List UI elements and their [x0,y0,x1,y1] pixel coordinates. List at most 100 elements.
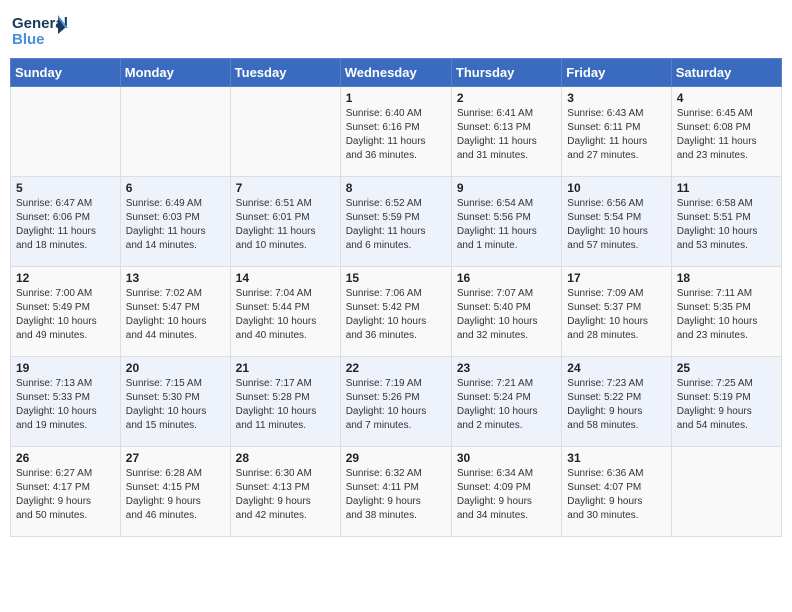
calendar-cell: 12 Sunrise: 7:00 AM Sunset: 5:49 PM Dayli… [11,267,121,357]
calendar-cell: 25 Sunrise: 7:25 AM Sunset: 5:19 PM Dayli… [671,357,781,447]
day-info: Sunrise: 7:09 AM Sunset: 5:37 PM Dayligh… [567,287,665,343]
calendar-cell [11,87,121,177]
day-number: 12 [16,271,115,285]
day-number: 3 [567,91,665,105]
day-number: 10 [567,181,665,195]
day-info: Sunrise: 6:47 AM Sunset: 6:06 PM Dayligh… [16,197,115,253]
calendar-cell: 9 Sunrise: 6:54 AM Sunset: 5:56 PM Daylig… [451,177,561,267]
day-number: 16 [457,271,556,285]
day-info: Sunrise: 7:13 AM Sunset: 5:33 PM Dayligh… [16,377,115,433]
calendar-cell: 23 Sunrise: 7:21 AM Sunset: 5:24 PM Dayli… [451,357,561,447]
day-number: 21 [236,361,335,375]
day-header: Tuesday [230,59,340,87]
calendar-cell: 21Sunrise: 7:17 AM Sunset: 5:28 PM Dayli… [230,357,340,447]
day-info: Sunrise: 7:19 AM Sunset: 5:26 PM Dayligh… [346,377,446,433]
day-header: Monday [120,59,230,87]
logo-svg: GeneralBlue [10,10,70,50]
day-info: Sunrise: 6:36 AM Sunset: 4:07 PM Dayligh… [567,467,665,523]
day-info: Sunrise: 6:28 AM Sunset: 4:15 PM Dayligh… [126,467,225,523]
day-number: 1 [346,91,446,105]
day-info: Sunrise: 6:52 AM Sunset: 5:59 PM Dayligh… [346,197,446,253]
day-number: 4 [677,91,776,105]
day-info: Sunrise: 6:49 AM Sunset: 6:03 PM Dayligh… [126,197,225,253]
day-number: 11 [677,181,776,195]
calendar-table: SundayMondayTuesdayWednesdayThursdayFrid… [10,58,782,537]
day-header: Saturday [671,59,781,87]
calendar-cell: 28Sunrise: 6:30 AM Sunset: 4:13 PM Dayli… [230,447,340,537]
day-info: Sunrise: 7:21 AM Sunset: 5:24 PM Dayligh… [457,377,556,433]
calendar-cell: 18Sunrise: 7:11 AM Sunset: 5:35 PM Dayli… [671,267,781,357]
day-info: Sunrise: 6:58 AM Sunset: 5:51 PM Dayligh… [677,197,776,253]
calendar-cell: 10 Sunrise: 6:56 AM Sunset: 5:54 PM Dayli… [562,177,671,267]
calendar-cell: 3 Sunrise: 6:43 AM Sunset: 6:11 PM Daylig… [562,87,671,177]
calendar-cell: 15 Sunrise: 7:06 AM Sunset: 5:42 PM Dayli… [340,267,451,357]
calendar-cell: 30Sunrise: 6:34 AM Sunset: 4:09 PM Dayli… [451,447,561,537]
day-info: Sunrise: 7:15 AM Sunset: 5:30 PM Dayligh… [126,377,225,433]
day-info: Sunrise: 7:25 AM Sunset: 5:19 PM Dayligh… [677,377,776,433]
calendar-cell: 7 Sunrise: 6:51 AM Sunset: 6:01 PM Daylig… [230,177,340,267]
day-number: 22 [346,361,446,375]
day-info: Sunrise: 7:04 AM Sunset: 5:44 PM Dayligh… [236,287,335,343]
day-header: Thursday [451,59,561,87]
day-info: Sunrise: 6:54 AM Sunset: 5:56 PM Dayligh… [457,197,556,253]
day-number: 23 [457,361,556,375]
calendar-cell: 31 Sunrise: 6:36 AM Sunset: 4:07 PM Dayli… [562,447,671,537]
day-info: Sunrise: 6:30 AM Sunset: 4:13 PM Dayligh… [236,467,335,523]
day-number: 5 [16,181,115,195]
day-info: Sunrise: 6:43 AM Sunset: 6:11 PM Dayligh… [567,107,665,163]
day-info: Sunrise: 7:07 AM Sunset: 5:40 PM Dayligh… [457,287,556,343]
day-number: 14 [236,271,335,285]
day-info: Sunrise: 6:32 AM Sunset: 4:11 PM Dayligh… [346,467,446,523]
calendar-week-row: 26 Sunrise: 6:27 AM Sunset: 4:17 PM Dayli… [11,447,782,537]
day-number: 31 [567,451,665,465]
day-header: Sunday [11,59,121,87]
calendar-cell: 11 Sunrise: 6:58 AM Sunset: 5:51 PM Dayli… [671,177,781,267]
calendar-cell: 6 Sunrise: 6:49 AM Sunset: 6:03 PM Daylig… [120,177,230,267]
day-info: Sunrise: 7:02 AM Sunset: 5:47 PM Dayligh… [126,287,225,343]
calendar-week-row: 19Sunrise: 7:13 AM Sunset: 5:33 PM Dayli… [11,357,782,447]
calendar-cell: 5 Sunrise: 6:47 AM Sunset: 6:06 PM Daylig… [11,177,121,267]
day-number: 24 [567,361,665,375]
calendar-cell: 4 Sunrise: 6:45 AM Sunset: 6:08 PM Daylig… [671,87,781,177]
day-number: 9 [457,181,556,195]
day-number: 18 [677,271,776,285]
day-header: Wednesday [340,59,451,87]
calendar-cell: 17 Sunrise: 7:09 AM Sunset: 5:37 PM Dayli… [562,267,671,357]
header: GeneralBlue [10,10,782,50]
day-number: 15 [346,271,446,285]
calendar-cell: 24 Sunrise: 7:23 AM Sunset: 5:22 PM Dayli… [562,357,671,447]
header-row: SundayMondayTuesdayWednesdayThursdayFrid… [11,59,782,87]
day-info: Sunrise: 6:27 AM Sunset: 4:17 PM Dayligh… [16,467,115,523]
day-info: Sunrise: 6:51 AM Sunset: 6:01 PM Dayligh… [236,197,335,253]
day-number: 30 [457,451,556,465]
day-number: 26 [16,451,115,465]
calendar-week-row: 12 Sunrise: 7:00 AM Sunset: 5:49 PM Dayli… [11,267,782,357]
calendar-cell: 14 Sunrise: 7:04 AM Sunset: 5:44 PM Dayli… [230,267,340,357]
calendar-cell: 26 Sunrise: 6:27 AM Sunset: 4:17 PM Dayli… [11,447,121,537]
day-number: 29 [346,451,446,465]
calendar-cell: 19Sunrise: 7:13 AM Sunset: 5:33 PM Dayli… [11,357,121,447]
day-info: Sunrise: 6:45 AM Sunset: 6:08 PM Dayligh… [677,107,776,163]
calendar-cell [120,87,230,177]
day-info: Sunrise: 7:23 AM Sunset: 5:22 PM Dayligh… [567,377,665,433]
day-info: Sunrise: 7:06 AM Sunset: 5:42 PM Dayligh… [346,287,446,343]
calendar-cell: 27 Sunrise: 6:28 AM Sunset: 4:15 PM Dayli… [120,447,230,537]
day-info: Sunrise: 6:56 AM Sunset: 5:54 PM Dayligh… [567,197,665,253]
calendar-week-row: 5 Sunrise: 6:47 AM Sunset: 6:06 PM Daylig… [11,177,782,267]
calendar-cell: 20 Sunrise: 7:15 AM Sunset: 5:30 PM Dayli… [120,357,230,447]
day-number: 27 [126,451,225,465]
day-number: 20 [126,361,225,375]
day-info: Sunrise: 6:41 AM Sunset: 6:13 PM Dayligh… [457,107,556,163]
calendar-cell [671,447,781,537]
day-number: 7 [236,181,335,195]
day-number: 17 [567,271,665,285]
day-number: 2 [457,91,556,105]
calendar-cell: 29 Sunrise: 6:32 AM Sunset: 4:11 PM Dayli… [340,447,451,537]
day-info: Sunrise: 6:40 AM Sunset: 6:16 PM Dayligh… [346,107,446,163]
day-number: 25 [677,361,776,375]
calendar-cell: 22 Sunrise: 7:19 AM Sunset: 5:26 PM Dayli… [340,357,451,447]
calendar-week-row: 1 Sunrise: 6:40 AM Sunset: 6:16 PM Daylig… [11,87,782,177]
day-number: 6 [126,181,225,195]
day-info: Sunrise: 7:00 AM Sunset: 5:49 PM Dayligh… [16,287,115,343]
calendar-cell [230,87,340,177]
